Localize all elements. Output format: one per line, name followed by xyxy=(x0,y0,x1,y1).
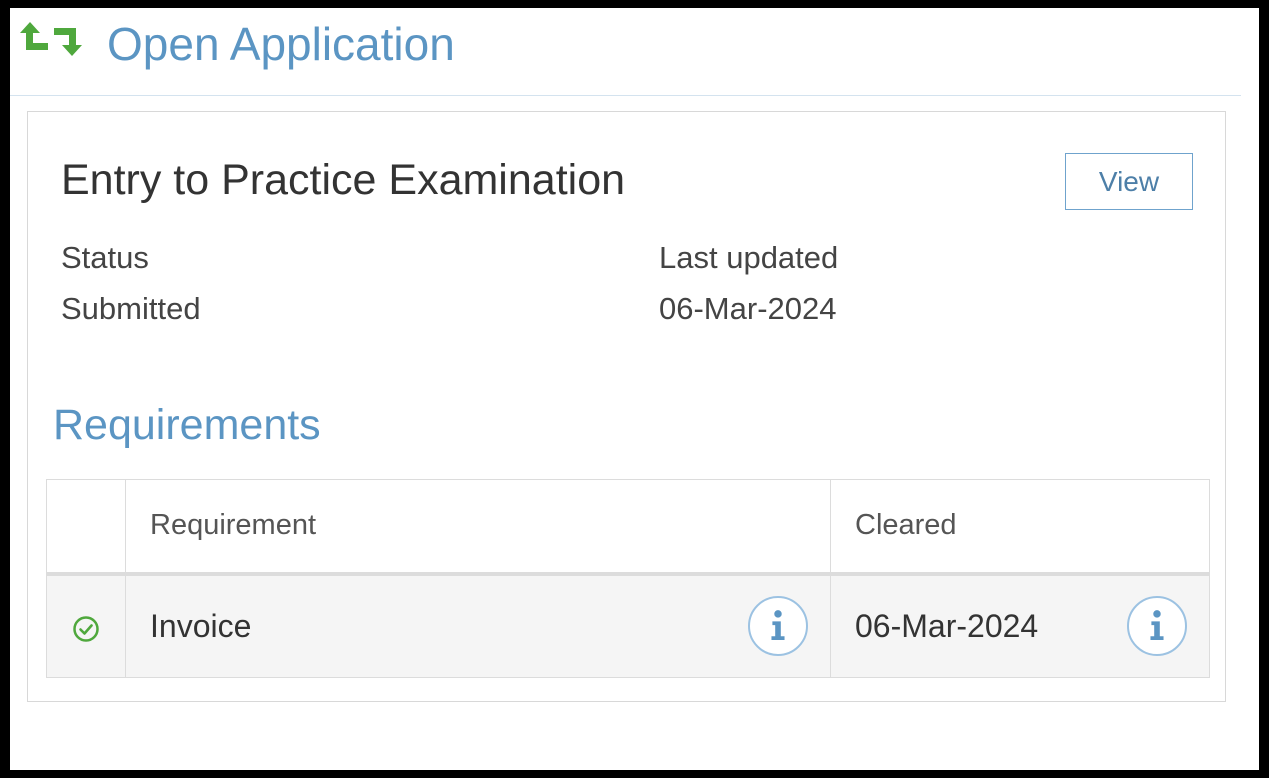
cleared-cell: 06-Mar-2024 xyxy=(830,573,1210,678)
view-button[interactable]: View xyxy=(1065,153,1193,210)
page-title: Open Application xyxy=(107,18,455,70)
check-circle-icon xyxy=(72,614,100,643)
column-header-cleared: Cleared xyxy=(830,479,1210,576)
info-icon[interactable] xyxy=(748,596,808,657)
page-header: Open Application xyxy=(10,8,1241,96)
status-label: Status xyxy=(61,240,149,275)
last-updated-value: 06-Mar-2024 xyxy=(659,291,837,326)
column-header-requirement: Requirement xyxy=(125,479,831,576)
requirement-status-cell xyxy=(46,573,126,678)
application-card: Entry to Practice Examination View Statu… xyxy=(27,111,1226,702)
application-title: Entry to Practice Examination xyxy=(61,156,626,204)
last-updated-label: Last updated xyxy=(659,240,839,275)
requirement-name: Invoice xyxy=(150,607,252,644)
status-value: Submitted xyxy=(61,291,201,326)
application-window: Open Application Entry to Practice Exami… xyxy=(10,8,1259,770)
requirements-heading: Requirements xyxy=(53,401,321,449)
requirements-table: Requirement Cleared Invoice 06-Mar-2024 xyxy=(46,479,1210,678)
table-header-row: Requirement Cleared xyxy=(46,479,1210,576)
repeat-arrows-icon xyxy=(20,22,82,56)
requirement-cell: Invoice xyxy=(125,573,831,678)
info-icon[interactable] xyxy=(1127,596,1187,657)
table-row: Invoice 06-Mar-2024 xyxy=(46,573,1210,678)
cleared-date: 06-Mar-2024 xyxy=(855,607,1039,644)
column-header-status xyxy=(46,479,126,576)
